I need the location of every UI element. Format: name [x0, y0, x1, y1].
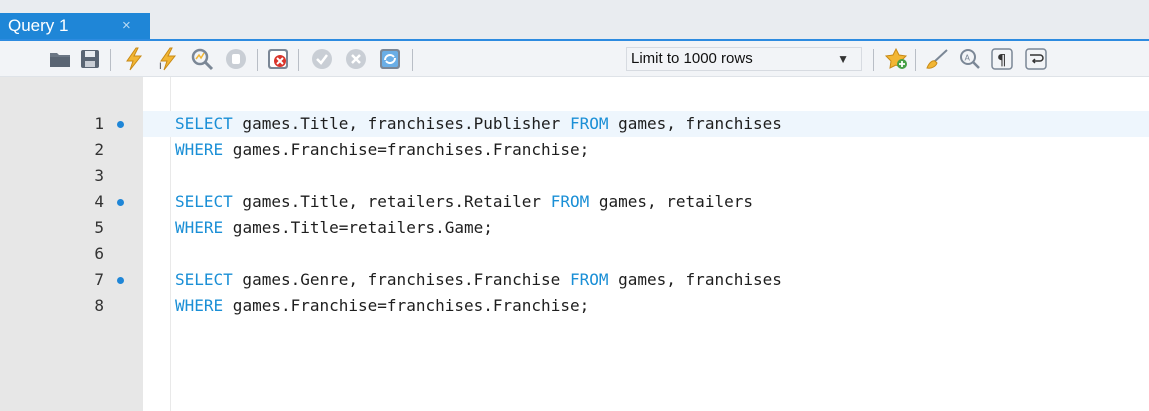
sql-text: games.Title=retailers.Game;: [223, 218, 493, 237]
beautify-icon[interactable]: [925, 47, 949, 71]
code-text: SELECT games.Title, retailers.Retailer F…: [175, 189, 753, 215]
sql-keyword: WHERE: [175, 296, 224, 315]
execute-current-icon[interactable]: I: [156, 47, 180, 71]
code-text: SELECT games.Title, franchises.Publisher…: [175, 111, 782, 137]
line-number: 1: [94, 114, 104, 133]
find-icon[interactable]: A: [958, 47, 982, 71]
sql-keyword: SELECT: [175, 270, 233, 289]
toolbar-separator: [412, 49, 413, 71]
line-number: 4: [94, 192, 104, 211]
toolbar-separator: [298, 49, 299, 71]
execute-icon[interactable]: [122, 47, 146, 71]
toggle-error-icon[interactable]: [266, 47, 290, 71]
sql-text: games.Franchise=franchises.Franchise;: [223, 140, 590, 159]
sql-keyword: FROM: [550, 192, 590, 211]
code-text: WHERE games.Title=retailers.Game;: [175, 215, 493, 241]
add-snippet-icon[interactable]: [884, 47, 908, 71]
limit-rows-select[interactable]: Limit to 1000 rows ▼: [626, 47, 862, 71]
svg-text:A: A: [965, 54, 971, 63]
toolbar-separator: [110, 49, 111, 71]
sql-keyword: FROM: [569, 270, 609, 289]
chevron-down-icon: ▼: [837, 52, 849, 66]
sql-keyword: SELECT: [175, 114, 233, 133]
sql-keyword: WHERE: [175, 218, 224, 237]
svg-text:¶: ¶: [997, 51, 1007, 69]
open-folder-icon[interactable]: [48, 47, 72, 71]
code-line[interactable]: 8 WHERE games.Franchise=franchises.Franch…: [0, 293, 1149, 319]
close-icon[interactable]: ×: [122, 13, 131, 39]
sql-text: games.Genre, franchises.Franchise: [232, 270, 570, 289]
line-number: 3: [94, 166, 104, 185]
sql-keyword: FROM: [569, 114, 609, 133]
code-line[interactable]: 2 WHERE games.Franchise=franchises.Franch…: [0, 137, 1149, 163]
code-line[interactable]: 1 SELECT games.Title, franchises.Publishe…: [0, 111, 1149, 137]
tab-query-1[interactable]: Query 1 ×: [0, 13, 150, 39]
toolbar-separator: [915, 49, 916, 71]
code-line[interactable]: 6: [0, 241, 1149, 267]
code-line[interactable]: 5 WHERE games.Title=retailers.Game;: [0, 215, 1149, 241]
sql-text: games, retailers: [589, 192, 753, 211]
code-text: SELECT games.Genre, franchises.Franchise…: [175, 267, 782, 293]
line-number: 5: [94, 218, 104, 237]
line-number: 7: [94, 270, 104, 289]
tab-strip: Query 1 ×: [0, 0, 1149, 39]
statement-marker-icon: [117, 199, 124, 206]
stop-icon[interactable]: [224, 47, 248, 71]
tab-title: Query 1: [8, 16, 69, 35]
statement-marker-icon: [117, 277, 124, 284]
wrap-icon[interactable]: [1024, 47, 1048, 71]
limit-rows-value: Limit to 1000 rows: [631, 50, 753, 67]
autocommit-icon[interactable]: [378, 47, 402, 71]
code-line[interactable]: 3: [0, 163, 1149, 189]
sql-text: games, franchises: [608, 114, 782, 133]
sql-keyword: SELECT: [175, 192, 233, 211]
sql-text: games.Title, franchises.Publisher: [232, 114, 570, 133]
commit-icon[interactable]: [310, 47, 334, 71]
statement-marker-icon: [117, 121, 124, 128]
save-icon[interactable]: [78, 47, 102, 71]
toolbar-separator: [873, 49, 874, 71]
sql-text: games.Title, retailers.Retailer: [232, 192, 551, 211]
sql-keyword: WHERE: [175, 140, 224, 159]
invisible-chars-icon[interactable]: ¶: [990, 47, 1014, 71]
sql-editor-toolbar: I Limit to 1000 rows ▼ A ¶: [0, 39, 1149, 77]
code-line[interactable]: 7 SELECT games.Genre, franchises.Franchis…: [0, 267, 1149, 293]
sql-text: games.Franchise=franchises.Franchise;: [223, 296, 590, 315]
code-text: WHERE games.Franchise=franchises.Franchi…: [175, 293, 589, 319]
toolbar-separator: [257, 49, 258, 71]
line-number: 6: [94, 244, 104, 263]
sql-text: games, franchises: [608, 270, 782, 289]
rollback-icon[interactable]: [344, 47, 368, 71]
line-number: 8: [94, 296, 104, 315]
code-text: WHERE games.Franchise=franchises.Franchi…: [175, 137, 589, 163]
code-line[interactable]: 4 SELECT games.Title, retailers.Retailer …: [0, 189, 1149, 215]
svg-text:I: I: [159, 62, 162, 71]
explain-icon[interactable]: [190, 47, 214, 71]
line-number: 2: [94, 140, 104, 159]
